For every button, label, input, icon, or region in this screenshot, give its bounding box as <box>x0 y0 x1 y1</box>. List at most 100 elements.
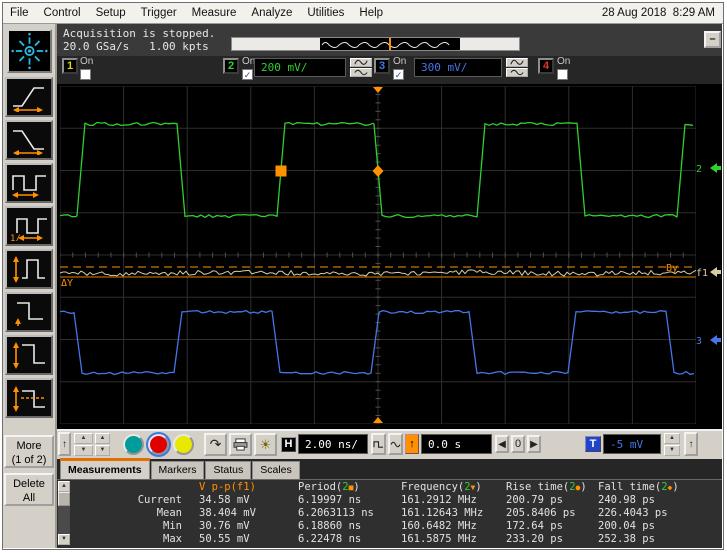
zoom-pulse-button[interactable] <box>371 433 386 455</box>
sine-view-button[interactable] <box>388 433 403 455</box>
tab-markers[interactable]: Markers <box>150 461 205 479</box>
trigger-delay-field[interactable]: 0.0 s <box>421 434 492 454</box>
channel-3-on-label: On <box>393 56 407 67</box>
measure-v-peak-to-peak-button[interactable]: .w{stroke:#e8e8e8;fill:none;stroke-width… <box>5 249 53 289</box>
acquisition-memory-bar <box>231 37 520 51</box>
channel-2-scale-field[interactable]: 200 mV/ <box>254 58 346 77</box>
channel-3-checkbox[interactable]: ✓ <box>393 69 404 80</box>
measurements-header-row: V p-p(f1) Period(2■) Frequency(2▼) Rise tim… <box>70 481 722 494</box>
sample-rate-memory: 20.0 GSa/s 1.00 kpts <box>63 40 209 53</box>
ground-marker-2[interactable]: 2 <box>696 160 722 181</box>
channel-2-wave-button-top[interactable] <box>350 58 372 67</box>
channel-4-checkbox[interactable] <box>557 69 568 80</box>
v-max-icon: .w{stroke:#e8e8e8;fill:none;stroke-width… <box>13 342 45 369</box>
trigger-level-down-button[interactable]: ▼ <box>664 445 680 456</box>
column-header-frequency: Frequency(2▼) <box>401 481 482 493</box>
trigger-slope-button[interactable]: ↑ <box>405 434 419 454</box>
channel-2-button[interactable]: 2 <box>223 58 239 74</box>
trigger-position-bottom-marker[interactable] <box>373 417 383 423</box>
measurement-value: 6.2063113 ns <box>298 507 374 519</box>
timebase-field[interactable]: 2.00 ns/ <box>298 434 368 454</box>
pan-left-button[interactable]: ◀ <box>495 435 509 453</box>
print-button[interactable] <box>229 433 252 456</box>
single-button[interactable] <box>173 434 194 455</box>
fall-time-marker[interactable] <box>372 165 384 177</box>
scroll-down-button[interactable]: ▼ <box>58 534 70 545</box>
minimize-button[interactable]: – <box>704 31 721 48</box>
tab-status[interactable]: Status <box>205 461 252 479</box>
measurement-value: 38.404 mV <box>199 507 256 519</box>
trigger-level-field[interactable]: -5 mV <box>603 434 661 454</box>
horizontal-menu-button[interactable]: H <box>281 437 296 452</box>
menu-item-file[interactable]: File <box>10 7 29 19</box>
oscilloscope-screen: { "menu": { "items": ["File", "Control",… <box>0 0 727 553</box>
acquisition-status: Acquisition is stopped. <box>63 27 216 40</box>
menu-item-measure[interactable]: Measure <box>192 7 237 19</box>
stop-button[interactable] <box>146 432 171 457</box>
spinner-a-down-button[interactable]: ▼ <box>74 445 93 456</box>
measure-v-base-button[interactable]: .w{stroke:#e8e8e8;fill:none;stroke-width… <box>5 292 53 332</box>
trigger-level-up-button[interactable]: ▲ <box>664 433 680 444</box>
column-header-rise-time: Rise time(2●) <box>506 481 587 493</box>
channel-1-button[interactable]: 1 <box>62 58 78 74</box>
spinner-a-up-button[interactable]: ▲ <box>74 433 93 444</box>
menu-item-help[interactable]: Help <box>359 7 383 19</box>
measure-v-max-button[interactable]: .w{stroke:#e8e8e8;fill:none;stroke-width… <box>5 335 53 375</box>
channel-3-wave-button-bottom[interactable] <box>506 68 528 77</box>
measurement-value: 161.2912 MHz <box>401 494 477 506</box>
measurement-value: 6.18860 ns <box>298 520 362 532</box>
ground-marker-3[interactable]: 3 <box>696 332 722 353</box>
measure-v-average-button[interactable]: .w{stroke:#e8e8e8;fill:none;stroke-width… <box>5 378 53 418</box>
measurement-value: 252.38 ps <box>598 533 655 545</box>
ground-marker-f1[interactable]: f1 <box>696 264 722 285</box>
measure-rise-time-button[interactable]: .w{stroke:#e8e8e8;fill:none;stroke-width… <box>5 77 53 117</box>
measurement-row-min: Min 30.76 mV 6.18860 ns 160.6482 MHz 172.64 … <box>70 520 722 533</box>
position-spinner-b: ▲ ▼ <box>95 433 110 456</box>
channel-2-checkbox[interactable]: ✓ <box>242 69 253 80</box>
menu-item-analyze[interactable]: Analyze <box>251 7 292 19</box>
menu-bar: File Control Setup Trigger Measure Analyze Uti… <box>3 3 723 24</box>
delay-zero-button[interactable]: 0 <box>511 435 525 453</box>
measure-frequency-button[interactable]: .w{stroke:#e8e8e8;fill:none;stroke-width… <box>5 206 53 246</box>
clear-display-button[interactable]: ↷ <box>204 433 227 456</box>
vertical-scroll-up-button[interactable]: ↑ <box>58 432 71 456</box>
channel-3-scale-field[interactable]: 300 mV/ <box>414 58 502 77</box>
channel-2-wave-button-bottom[interactable] <box>350 68 372 77</box>
scroll-up-button[interactable]: ▲ <box>58 481 70 492</box>
menu-item-utilities[interactable]: Utilities <box>307 7 344 19</box>
measurement-row-mean: Mean 38.404 mV 6.2063113 ns 161.12643 MHz 20… <box>70 507 722 520</box>
period-start-marker[interactable] <box>275 165 287 177</box>
brightness-button[interactable]: ☀ <box>254 433 277 456</box>
channel-1-checkbox[interactable] <box>80 69 91 80</box>
run-button[interactable] <box>123 434 144 455</box>
pan-right-button[interactable]: ▶ <box>527 435 541 453</box>
trigger-scroll-up-button[interactable]: ↑ <box>684 432 698 456</box>
menu-item-setup[interactable]: Setup <box>96 7 126 19</box>
memory-trigger-marker <box>389 38 391 50</box>
menu-item-trigger[interactable]: Trigger <box>141 7 177 19</box>
channel-3-wave-button-top[interactable] <box>506 58 528 67</box>
measurement-value: 205.8406 ps <box>506 507 576 519</box>
spinner-b-down-button[interactable]: ▼ <box>95 445 110 456</box>
tab-measurements[interactable]: Measurements <box>60 458 150 479</box>
measurement-value: 6.19997 ns <box>298 494 362 506</box>
measure-period-button[interactable]: .w{stroke:#e8e8e8;fill:none;stroke-width… <box>5 163 53 203</box>
channel-3-button[interactable]: 3 <box>374 58 390 74</box>
spinner-b-up-button[interactable]: ▲ <box>95 433 110 444</box>
row-label: Max <box>163 533 182 545</box>
measurements-scrollbar[interactable]: ▲ ▼ <box>58 481 70 545</box>
scroll-thumb[interactable] <box>58 492 70 506</box>
delete-all-button[interactable]: Delete All <box>4 473 54 506</box>
channel-4-button[interactable]: 4 <box>538 58 554 74</box>
marker-b-y-label: By <box>666 263 678 274</box>
more-measurements-button[interactable]: More (1 of 2) <box>4 435 54 468</box>
measurement-value: 200.79 ps <box>506 494 563 506</box>
delete-all-label: All <box>22 492 36 504</box>
row-label: Min <box>163 520 182 532</box>
menu-item-control[interactable]: Control <box>44 7 81 19</box>
brand-logo <box>7 29 52 73</box>
trigger-position-top-marker[interactable] <box>373 87 383 93</box>
trigger-menu-button[interactable]: T <box>585 436 601 452</box>
tab-scales[interactable]: Scales <box>252 461 300 479</box>
measure-fall-time-button[interactable]: .w{stroke:#e8e8e8;fill:none;stroke-width… <box>5 120 53 160</box>
